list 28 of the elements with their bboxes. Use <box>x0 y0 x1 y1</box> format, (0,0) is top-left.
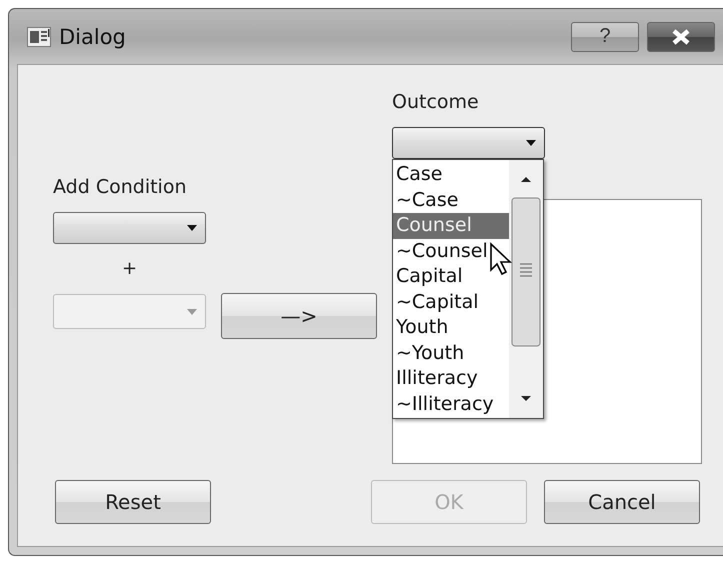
close-icon <box>670 28 692 46</box>
dropdown-option[interactable]: Case <box>393 162 509 188</box>
dropdown-option[interactable]: ~Counsel <box>393 238 509 264</box>
dialog-button[interactable]: Cancel <box>544 480 700 524</box>
dropdown-option[interactable]: ~Youth <box>393 340 509 366</box>
dropdown-option[interactable]: Youth <box>393 315 509 340</box>
dropdown-option[interactable]: Counsel <box>393 213 509 238</box>
dropdown-option[interactable]: ~Case <box>393 188 509 213</box>
outcome-label: Outcome <box>392 90 480 114</box>
window-icon <box>27 26 51 46</box>
close-button[interactable] <box>647 22 715 52</box>
dropdown-arrow-icon <box>526 140 536 146</box>
dropdown-option[interactable]: Illiteracy <box>393 366 509 392</box>
window-title: Dialog <box>59 24 127 48</box>
dropdown-arrow-icon <box>187 308 197 314</box>
dropdown-option[interactable]: ~Capital <box>393 290 509 315</box>
dropdown-option[interactable]: ~Illiteracy <box>393 392 509 417</box>
condition-dropdown[interactable] <box>53 212 206 244</box>
add-condition-label: Add Condition <box>53 175 188 199</box>
dropdown-option[interactable]: Capital <box>393 264 509 290</box>
help-button[interactable]: ? <box>571 22 639 52</box>
add-arrow-button[interactable]: —> <box>221 293 377 339</box>
dialog-button[interactable]: Reset <box>55 480 211 524</box>
outcome-dropdown[interactable] <box>392 127 545 159</box>
plus-sign: + <box>122 258 138 280</box>
dropdown-arrow-icon <box>187 225 197 231</box>
scrollbar[interactable] <box>509 160 543 418</box>
mouse-cursor-icon <box>489 242 515 276</box>
